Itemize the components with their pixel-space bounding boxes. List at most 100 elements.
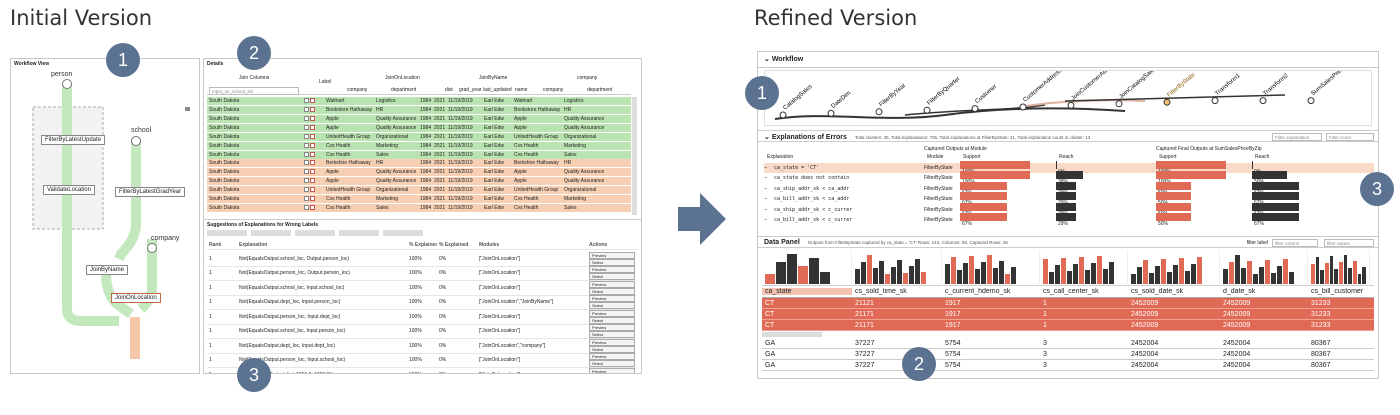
preview-button[interactable]: Preview [589, 338, 635, 346]
table-row[interactable]: GA 37227 5754 3 2452004 2452004 80367 [762, 360, 1374, 371]
select-button[interactable]: Select [589, 345, 635, 353]
column-histogram[interactable] [762, 250, 852, 286]
table-row[interactable]: South Dakota Apple Quality Assurance 1984 2… [207, 177, 631, 186]
label-checkbox[interactable] [302, 97, 324, 105]
label-checkbox[interactable] [302, 106, 324, 114]
table-row[interactable]: South Dakota Apple Quality Assurance 1984 2… [207, 168, 631, 177]
workflow-node[interactable]: CatalogSales [779, 84, 814, 119]
label-checkbox[interactable] [302, 124, 324, 132]
table-row[interactable]: South Dakota Apple Quality Assurance 1984 2… [207, 115, 631, 124]
workflow-section-header[interactable]: ⌄ Workflow [758, 52, 1378, 68]
select-button[interactable]: Select [589, 316, 635, 324]
label-checkbox[interactable] [302, 142, 324, 150]
workflow-node[interactable]: Transform1 [1211, 73, 1242, 105]
table-row[interactable]: South Dakota Cvs Health Sales 1984 2021 11/1… [207, 204, 631, 213]
label-checkbox[interactable] [302, 177, 324, 185]
collapse-toggle[interactable]: − [764, 207, 774, 213]
node-person[interactable] [62, 79, 72, 89]
label-checkbox[interactable] [302, 151, 324, 159]
table-row[interactable]: South Dakota Cvs Health Marketing 1984 2021… [207, 195, 631, 204]
op-validatelocation[interactable]: ValidateLocation [43, 185, 95, 195]
workflow-node[interactable]: JoinCustomerAddr [1067, 71, 1112, 109]
suggestion-filters[interactable] [207, 230, 427, 236]
select-button[interactable]: Select [589, 273, 635, 281]
preview-button[interactable]: Preview [589, 280, 635, 288]
table-row[interactable]: 1Not(InRange(Output.dist, 1991.0, 1990.0… [207, 367, 637, 373]
filter-values-input[interactable]: filter values [1324, 239, 1374, 247]
collapse-toggle[interactable]: − [764, 196, 774, 202]
preview-button[interactable]: Preview [589, 295, 635, 303]
workflow-node[interactable]: Transform2 [1259, 73, 1290, 105]
collapse-toggle[interactable]: − [764, 217, 774, 223]
workflow-node[interactable]: FilterByState [1163, 72, 1197, 106]
table-row[interactable]: South Dakota Walmart Logistics 1984 2021 11/… [207, 97, 631, 106]
table-row[interactable]: South Dakota UnitedHealth Group Organizat… [207, 186, 631, 195]
select-button[interactable]: Select [589, 331, 635, 339]
table-row[interactable]: GA 37227 5754 3 2452004 2452004 80367 [762, 349, 1374, 360]
op-filterbylatestgradyear[interactable]: FilterByLatestGradYear [115, 187, 186, 197]
table-row[interactable]: 1 Not(EqualsOutput.person_loc, Input.scho… [207, 353, 637, 368]
column-histogram[interactable] [942, 250, 1040, 286]
label-checkbox[interactable] [302, 133, 324, 141]
table-row[interactable]: South Dakota Cvs Health Marketing 1984 2021… [207, 142, 631, 151]
explanation-row[interactable]: − ca_bill_addr_sk < c_currer FilterByState… [764, 213, 1374, 227]
collapse-toggle[interactable]: − [764, 165, 774, 171]
label-checkbox[interactable] [302, 159, 324, 167]
node-company[interactable] [147, 243, 157, 253]
table-row[interactable]: 1 Not(EqualsOutput.person_loc, Output.per… [207, 266, 637, 281]
node-school[interactable] [131, 136, 141, 146]
filter-column-input[interactable]: filter column [1272, 239, 1318, 247]
suggestions-section: Suggestions of Explanations for Wrong La… [204, 219, 641, 373]
preview-button[interactable]: Preview [589, 353, 635, 361]
collapse-toggle[interactable]: − [764, 186, 774, 192]
errors-section-header[interactable]: ⌄ Explanations of Errors Total clusters:… [758, 130, 1378, 142]
preview-button[interactable]: Preview [589, 251, 635, 259]
workflow-node[interactable]: FilterByQuarter [923, 76, 961, 114]
table-row[interactable]: South Dakota Bookstore Hathaway HR 1984 202… [207, 106, 631, 115]
table-row[interactable]: 1 Not(EqualsOutput.dept_loc, Input.dept_l… [207, 338, 637, 354]
workflow-node[interactable]: DateDim [827, 90, 852, 117]
column-histogram[interactable] [1040, 250, 1128, 286]
table-row[interactable]: South Dakota Berkshire Hathaway HR 1984 202… [207, 159, 631, 168]
filter-score-input[interactable]: Filter score [1326, 133, 1374, 141]
column-histogram[interactable] [1220, 250, 1308, 286]
label-checkbox[interactable] [302, 204, 324, 212]
table-row[interactable]: 1 Not(EqualsOutput.school_loc, Output.per… [207, 251, 637, 267]
table-row[interactable]: 1 Not(EqualsOutput.school_loc, Input.scho… [207, 280, 637, 296]
filter-explanation-input[interactable]: Filter explanation [1272, 133, 1322, 141]
op-joinonlocation[interactable]: JoinOnLocation [111, 293, 161, 303]
table-row[interactable]: GA 37227 5754 3 2452004 2452004 80367 [762, 338, 1374, 349]
preview-button[interactable]: Preview [589, 266, 635, 274]
captured-row[interactable]: CT 21171 1917 1 2452009 2452009 31233 [762, 320, 1374, 331]
table-row[interactable]: 1 Not(EqualsOutput.school_loc, Input.pers… [207, 324, 637, 339]
workflow-node[interactable]: Customer [971, 84, 998, 113]
select-button[interactable]: Select [589, 258, 635, 266]
select-button[interactable]: Select [589, 287, 635, 295]
label-checkbox[interactable] [302, 195, 324, 203]
details-scrollbar[interactable] [632, 97, 637, 215]
column-histogram[interactable] [852, 250, 942, 286]
table-row[interactable]: South Dakota UnitedHealth Group Organizat… [207, 133, 631, 142]
preview-button[interactable]: Preview [589, 324, 635, 332]
captured-row[interactable]: CT 21171 1917 1 2452009 2452009 31233 [762, 309, 1374, 320]
workflow-node[interactable]: FilterByYear [875, 83, 907, 116]
captured-row[interactable]: CT 21121 1917 1 2452009 2452009 31233 [762, 298, 1374, 309]
table-row[interactable]: South Dakota Apple Quality Assurance 1984 2… [207, 124, 631, 133]
label-checkbox[interactable] [302, 186, 324, 194]
details-search-input[interactable]: Input_on_school_list [209, 87, 299, 95]
label-checkbox[interactable] [302, 115, 324, 123]
collapse-toggle[interactable]: − [764, 175, 774, 181]
op-joinbyname[interactable]: JoinByName [86, 265, 129, 275]
workflow-node[interactable]: SumSalesPriceByZip [1307, 71, 1358, 105]
column-histogram[interactable] [1308, 250, 1370, 286]
label-checkbox[interactable] [302, 168, 324, 176]
preview-button[interactable]: Preview [589, 309, 635, 317]
table-row[interactable]: 1 Not(EqualsOutput.dept_loc, Input.person… [207, 295, 637, 310]
column-histogram[interactable] [1128, 250, 1220, 286]
select-button[interactable]: Select [589, 360, 635, 368]
table-row[interactable]: 1 Not(EqualsOutput.person_loc, Input.dept… [207, 309, 637, 325]
select-button[interactable]: Select [589, 302, 635, 310]
horizontal-scrollbar[interactable] [762, 332, 822, 337]
op-filterbylatestupdate[interactable]: FilterByLatestUpdate [41, 135, 106, 145]
preview-button[interactable]: Preview [589, 367, 635, 373]
